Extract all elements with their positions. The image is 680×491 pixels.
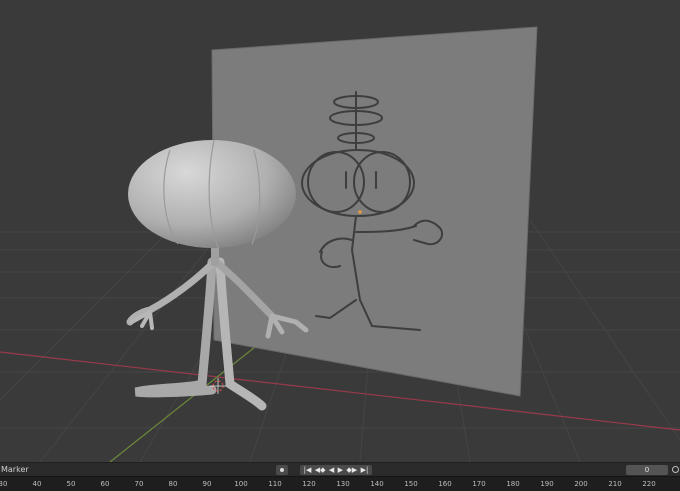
jump-start-button[interactable]: |◀: [304, 465, 312, 475]
playback-controls: |◀ ◀◆ ◀ ▶ ◆▶ ▶|: [300, 465, 372, 475]
ruler-tick: 60: [100, 480, 110, 488]
ruler-tick: 190: [540, 480, 554, 488]
viewport-scene: [0, 26, 680, 462]
clock-icon[interactable]: [672, 466, 679, 473]
current-frame-field[interactable]: 0: [626, 465, 668, 475]
ruler-tick: 90: [202, 480, 212, 488]
ruler-tick: 40: [32, 480, 42, 488]
ruler-tick: 30: [0, 480, 8, 488]
prev-keyframe-button[interactable]: ◀◆: [315, 465, 326, 475]
timeline-ruler[interactable]: 30 40 50 60 70 80 90 100 110 120 130 140…: [0, 476, 680, 491]
ruler-tick: 160: [438, 480, 452, 488]
record-button[interactable]: [276, 465, 288, 475]
ruler-tick: 110: [268, 480, 282, 488]
ruler-tick: 80: [168, 480, 178, 488]
3d-viewport[interactable]: [0, 0, 680, 462]
ruler-tick: 130: [336, 480, 350, 488]
ruler-tick: 70: [134, 480, 144, 488]
marker-menu[interactable]: Marker: [1, 463, 29, 477]
object-origin: [358, 210, 362, 214]
ruler-tick: 100: [234, 480, 248, 488]
jump-end-button[interactable]: ▶|: [361, 465, 369, 475]
timeline-header: Marker |◀ ◀◆ ◀ ▶ ◆▶ ▶| 0: [0, 462, 680, 477]
ruler-tick: 200: [574, 480, 588, 488]
play-reverse-button[interactable]: ◀: [329, 465, 334, 475]
play-button[interactable]: ▶: [338, 465, 343, 475]
ruler-tick: 150: [404, 480, 418, 488]
ruler-tick: 50: [66, 480, 76, 488]
ruler-tick: 210: [608, 480, 622, 488]
ruler-tick: 220: [642, 480, 656, 488]
next-keyframe-button[interactable]: ◆▶: [346, 465, 357, 475]
ruler-tick: 140: [370, 480, 384, 488]
ruler-tick: 180: [506, 480, 520, 488]
record-icon: [280, 468, 284, 472]
x-axis-line: [0, 351, 680, 431]
ruler-tick: 120: [302, 480, 316, 488]
ruler-tick: 170: [472, 480, 486, 488]
